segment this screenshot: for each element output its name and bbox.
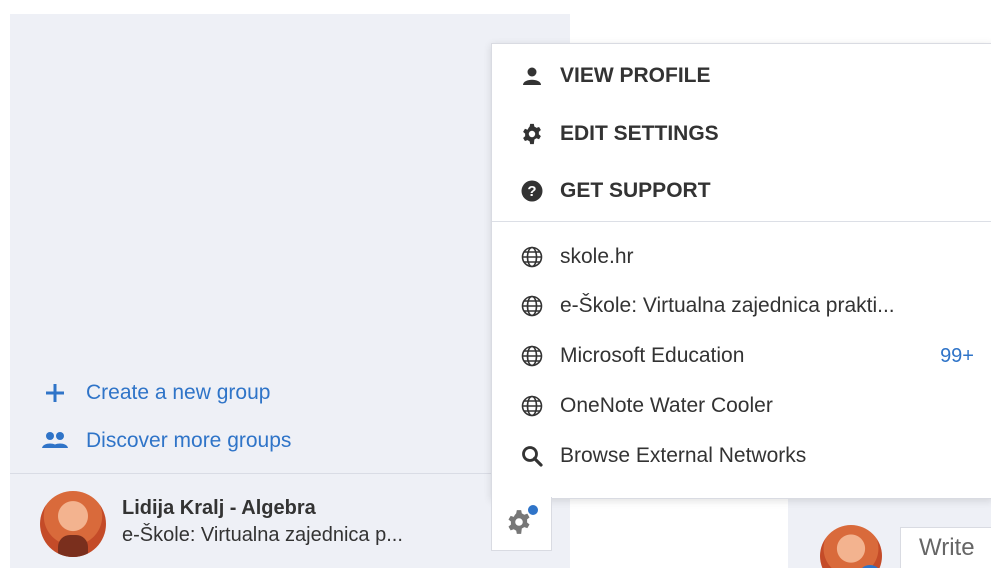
edit-settings-label: EDIT SETTINGS [560, 122, 719, 145]
menu-item-network-microsoft-education[interactable]: Microsoft Education 99+ [492, 335, 991, 377]
gear-icon [520, 122, 544, 146]
menu-item-edit-settings[interactable]: EDIT SETTINGS [492, 113, 991, 155]
menu-divider [492, 221, 991, 222]
search-icon [520, 444, 544, 468]
menu-item-get-support[interactable]: ? GET SUPPORT [492, 170, 991, 212]
people-icon [40, 431, 70, 451]
group-actions: Create a new group Discover more groups [40, 378, 291, 474]
globe-icon [520, 245, 544, 269]
settings-button[interactable] [491, 497, 552, 551]
network-label: e-Škole: Virtualna zajednica prakti... [560, 294, 895, 317]
help-icon: ? [520, 179, 544, 203]
get-support-label: GET SUPPORT [560, 179, 711, 202]
discover-groups-label: Discover more groups [86, 429, 292, 452]
svg-text:?: ? [527, 183, 536, 200]
person-icon [520, 64, 544, 88]
settings-dropdown-menu: VIEW PROFILE EDIT SETTINGS ? GET SUPPORT [491, 43, 991, 499]
discover-groups-link[interactable]: Discover more groups [40, 426, 291, 456]
create-group-label: Create a new group [86, 381, 271, 404]
network-label: skole.hr [560, 245, 634, 268]
account-text: Lidija Kralj - Algebra e-Škole: Virtualn… [122, 495, 403, 549]
account-switcher[interactable]: Lidija Kralj - Algebra e-Škole: Virtualn… [40, 491, 403, 557]
browse-external-label: Browse External Networks [560, 444, 807, 467]
app-root: Create a new group Discover more groups [0, 0, 991, 568]
create-group-link[interactable]: Create a new group [40, 378, 291, 408]
menu-item-network-eskole[interactable]: e-Škole: Virtualna zajednica prakti... [492, 285, 991, 327]
view-profile-label: VIEW PROFILE [560, 64, 711, 87]
globe-icon [520, 344, 544, 368]
menu-item-network-onenote[interactable]: OneNote Water Cooler [492, 385, 991, 427]
network-label: OneNote Water Cooler [560, 394, 773, 417]
account-network: e-Škole: Virtualna zajednica p... [122, 524, 403, 546]
globe-icon [520, 294, 544, 318]
menu-item-browse-external[interactable]: Browse External Networks [492, 435, 991, 477]
menu-item-view-profile[interactable]: VIEW PROFILE [492, 55, 991, 97]
avatar [40, 491, 106, 557]
plus-icon [40, 382, 70, 404]
sidebar-divider [10, 473, 570, 474]
globe-icon [520, 394, 544, 418]
menu-item-network-skole[interactable]: skole.hr [492, 236, 991, 278]
compose-input[interactable]: Write [900, 527, 991, 568]
network-label: Microsoft Education [560, 344, 745, 367]
notification-dot [528, 505, 538, 515]
account-name: Lidija Kralj - Algebra [122, 497, 316, 519]
unread-count-badge: 99+ [940, 344, 974, 367]
left-sidebar: Create a new group Discover more groups [10, 14, 570, 568]
